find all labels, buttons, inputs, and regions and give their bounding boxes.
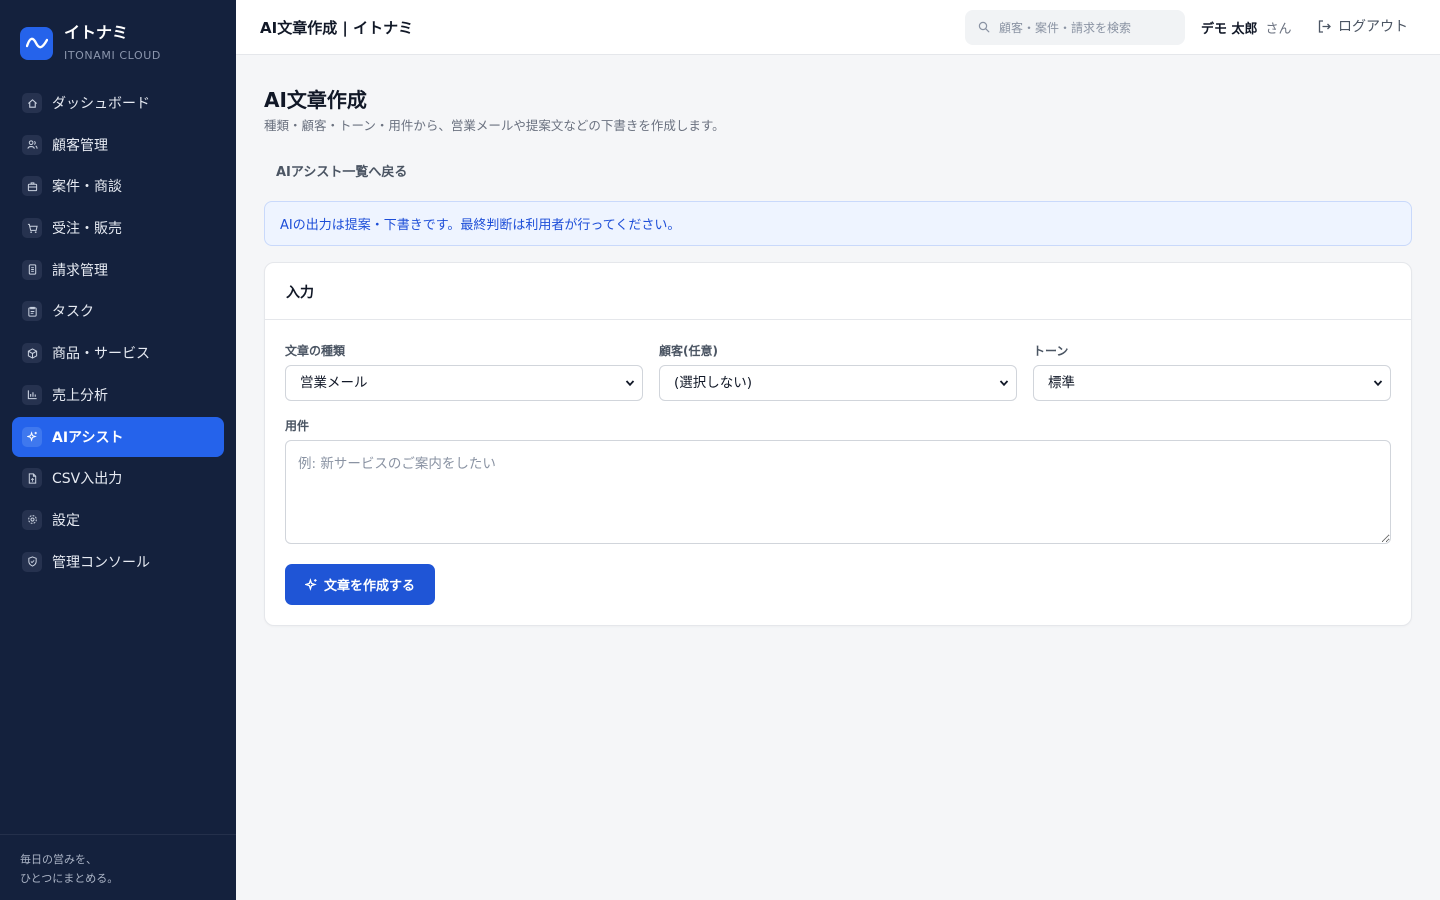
customer-select-wrap: (選択しない) (659, 365, 1017, 401)
header-title: AI文章作成 | イトナミ (260, 19, 414, 37)
user-display: デモ 太郎 さん (1201, 18, 1292, 37)
input-card: 入力 文章の種類 営業メール 顧客(任意) (選択しない) トーン 標準 用件 … (264, 262, 1412, 626)
generate-text-button[interactable]: 文章を作成する (285, 564, 435, 605)
sidebar-item-label: AIアシスト (52, 429, 124, 446)
sidebar-item-ai-assist[interactable]: AIアシスト (12, 416, 224, 457)
sidebar-item-label: 請求管理 (52, 262, 108, 279)
brand[interactable]: イトナミ ITONAMI CLOUD (20, 24, 161, 62)
user-honorific: さん (1265, 22, 1292, 37)
sidebar-item-label: 案件・商談 (52, 179, 122, 196)
clipboard-icon (22, 301, 42, 322)
customer-select[interactable]: (選択しない) (659, 365, 1017, 401)
sidebar-item-orders[interactable]: 受注・販売 (12, 208, 224, 248)
sidebar-item-settings[interactable]: 設定 (12, 500, 224, 540)
box-icon (22, 343, 42, 364)
sidebar-item-customers[interactable]: 顧客管理 (12, 125, 224, 165)
sidebar-item-label: 設定 (52, 512, 80, 529)
sidebar-item-deals[interactable]: 案件・商談 (12, 166, 224, 206)
sidebar-item-label: 顧客管理 (52, 137, 108, 154)
sidebar-item-admin-console[interactable]: 管理コンソール (12, 542, 224, 582)
sidebar-item-label: 商品・サービス (52, 346, 150, 363)
search-box[interactable] (965, 10, 1185, 45)
user-name: デモ 太郎 (1201, 22, 1258, 37)
shield-icon (22, 551, 42, 572)
sidebar-item-label: CSV入出力 (52, 471, 123, 488)
document-type-label: 文章の種類 (285, 344, 346, 358)
logout-label: ログアウト (1338, 19, 1408, 35)
brand-name: イトナミ (64, 23, 129, 42)
brand-subtitle: ITONAMI CLOUD (64, 49, 162, 62)
purpose-textarea[interactable] (285, 440, 1391, 544)
sidebar-item-label: ダッシュボード (52, 96, 150, 112)
tone-label: トーン (1033, 344, 1069, 358)
generate-button-label: 文章を作成する (323, 579, 415, 594)
wave-logo-icon (20, 26, 53, 60)
tagline-line-1: 毎日の営みを、 (20, 853, 97, 866)
sidebar-item-label: タスク (52, 304, 94, 321)
sidebar-item-label: 受注・販売 (52, 221, 122, 238)
sidebar-item-dashboard[interactable]: ダッシュボード (12, 83, 224, 123)
search-icon (978, 18, 990, 37)
gear-icon (22, 509, 42, 530)
sidebar-item-label: 売上分析 (52, 387, 108, 404)
sidebar-item-tasks[interactable]: タスク (12, 291, 224, 331)
search-input[interactable] (999, 20, 1179, 35)
sidebar-nav: ダッシュボード 顧客管理 案件・商談 受注・販売 請求管理 タスク 商品・サービ… (12, 83, 224, 583)
briefcase-icon (22, 176, 42, 197)
top-header: AI文章作成 | イトナミ デモ 太郎さん ログアウト (236, 0, 1440, 55)
document-type-select-wrap: 営業メール (285, 365, 643, 401)
back-to-ai-assist-link[interactable]: AIアシスト一覧へ戻る (276, 161, 407, 180)
sparkle-icon (304, 578, 317, 591)
sidebar-item-label: 管理コンソール (52, 554, 150, 571)
sidebar-tagline: 毎日の営みを、 ひとつにまとめる。 (0, 834, 236, 900)
logout-icon (1318, 19, 1331, 33)
sidebar-item-sales-analysis[interactable]: 売上分析 (12, 375, 224, 415)
invoice-icon (22, 259, 42, 280)
bar-chart-icon (22, 384, 42, 405)
home-icon (22, 93, 42, 113)
tone-select-wrap: 標準 (1033, 365, 1391, 401)
users-icon (22, 134, 42, 155)
ai-disclaimer-notice: AIの出力は提案・下書きです。最終判断は利用者が行ってください。 (264, 201, 1412, 246)
customer-label: 顧客(任意) (659, 344, 718, 358)
page-title: AI文章作成 (264, 88, 367, 112)
sidebar-item-invoices[interactable]: 請求管理 (12, 250, 224, 290)
document-type-select[interactable]: 営業メール (285, 365, 643, 401)
sparkle-icon (22, 426, 42, 447)
page-description: 種類・顧客・トーン・用件から、営業メールや提案文などの下書きを作成します。 (264, 118, 725, 133)
sidebar: イトナミ ITONAMI CLOUD ダッシュボード 顧客管理 案件・商談 受注… (0, 0, 236, 900)
cart-icon (22, 218, 42, 239)
sidebar-item-csv[interactable]: CSV入出力 (12, 458, 224, 498)
card-title: 入力 (265, 263, 1411, 320)
file-icon (22, 468, 42, 489)
purpose-label: 用件 (285, 419, 310, 433)
sidebar-item-products[interactable]: 商品・サービス (12, 333, 224, 373)
tagline-line-2: ひとつにまとめる。 (20, 872, 119, 885)
tone-select[interactable]: 標準 (1033, 365, 1391, 401)
logout-button[interactable]: ログアウト (1317, 16, 1408, 36)
